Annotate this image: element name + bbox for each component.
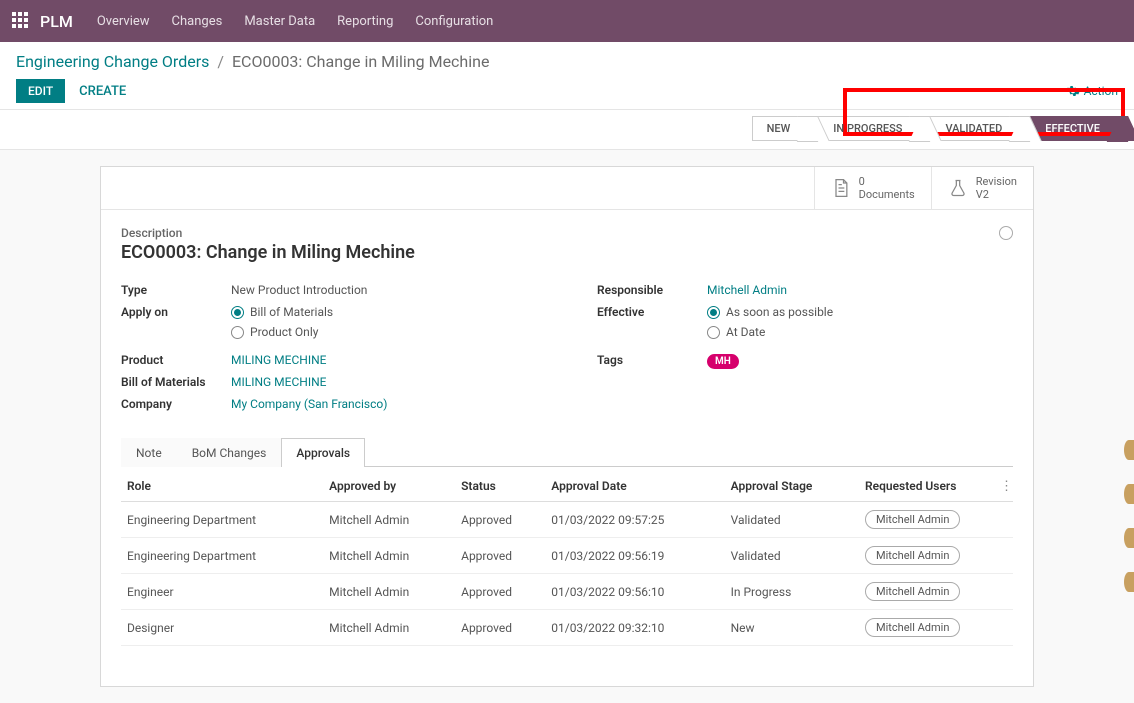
col-approval-date: Approval Date [545,471,724,502]
cell-date: 01/03/2022 09:32:10 [545,610,724,646]
gear-icon [1066,84,1080,98]
revision-stat[interactable]: RevisionV2 [931,167,1033,209]
col-status: Status [455,471,545,502]
product-label: Product [121,353,231,367]
edit-button[interactable]: EDIT [16,79,65,103]
approvals-table: Role Approved by Status Approval Date Ap… [121,471,1013,646]
type-label: Type [121,283,231,297]
cell-approved-by: Mitchell Admin [323,574,455,610]
apps-icon[interactable] [12,12,30,30]
avatar[interactable] [1124,528,1134,548]
cell-status: Approved [455,502,545,538]
documents-stat[interactable]: 0Documents [814,167,931,209]
tab-bom-changes[interactable]: BoM Changes [177,438,282,467]
table-row[interactable]: Designer Mitchell Admin Approved 01/03/2… [121,610,1013,646]
flask-icon [948,178,968,198]
avatar[interactable] [1124,440,1134,460]
topbar: PLM Overview Changes Master Data Reporti… [0,0,1134,42]
cell-status: Approved [455,574,545,610]
tab-approvals[interactable]: Approvals [281,438,365,467]
responsible-link[interactable]: Mitchell Admin [707,283,787,297]
record-title: ECO0003: Change in Miling Mechine [121,242,415,263]
tag-mh[interactable]: MH [707,354,739,369]
company-link[interactable]: My Company (San Francisco) [231,397,387,411]
requested-user-chip[interactable]: Mitchell Admin [865,618,960,637]
stage-bar: NEW IN PROGRESS VALIDATED EFFECTIVE [0,110,1134,150]
breadcrumb: Engineering Change Orders / ECO0003: Cha… [16,52,1118,71]
cell-date: 01/03/2022 09:56:10 [545,574,724,610]
followers-sidebar [1124,440,1134,592]
col-approved-by: Approved by [323,471,455,502]
app-name[interactable]: PLM [40,12,73,31]
cell-role: Engineering Department [121,502,323,538]
priority-indicator[interactable] [999,226,1013,240]
col-role: Role [121,471,323,502]
company-label: Company [121,397,231,411]
cell-role: Engineering Department [121,538,323,574]
apply-on-bom-radio[interactable] [231,306,244,319]
effective-date-radio[interactable] [707,326,720,339]
table-row[interactable]: Engineering Department Mitchell Admin Ap… [121,538,1013,574]
avatar[interactable] [1124,572,1134,592]
table-options-icon[interactable]: ⋮ [1000,479,1013,494]
breadcrumb-separator: / [217,52,224,71]
cell-stage: New [725,610,859,646]
type-value: New Product Introduction [231,283,367,297]
avatar[interactable] [1124,484,1134,504]
effective-asap-label: As soon as possible [726,305,833,319]
cell-status: Approved [455,610,545,646]
description-label: Description [121,226,415,240]
apply-on-label: Apply on [121,305,231,319]
table-row[interactable]: Engineering Department Mitchell Admin Ap… [121,502,1013,538]
requested-user-chip[interactable]: Mitchell Admin [865,546,960,565]
cell-role: Designer [121,610,323,646]
product-link[interactable]: MILING MECHINE [231,353,327,367]
cell-role: Engineer [121,574,323,610]
create-button[interactable]: CREATE [79,84,126,99]
table-row[interactable]: Engineer Mitchell Admin Approved 01/03/2… [121,574,1013,610]
effective-asap-radio[interactable] [707,306,720,319]
document-icon [831,178,851,198]
record-card: 0Documents RevisionV2 Description ECO000… [100,166,1034,687]
action-menu[interactable]: Action [1066,84,1118,98]
cell-approved-by: Mitchell Admin [323,538,455,574]
requested-user-chip[interactable]: Mitchell Admin [865,582,960,601]
cell-stage: In Progress [725,574,859,610]
apply-on-bom-label: Bill of Materials [250,305,333,319]
revision-value: V2 [976,188,1017,201]
cell-date: 01/03/2022 09:57:25 [545,502,724,538]
bom-link[interactable]: MILING MECHINE [231,375,327,389]
effective-date-label: At Date [726,325,765,339]
tab-note[interactable]: Note [121,438,177,467]
effective-label: Effective [597,305,707,319]
nav-master-data[interactable]: Master Data [244,14,315,29]
bom-label: Bill of Materials [121,375,231,389]
breadcrumb-current: ECO0003: Change in Miling Mechine [232,52,490,71]
col-requested-users: Requested Users [859,471,1013,502]
nav-changes[interactable]: Changes [172,14,223,29]
cell-approved-by: Mitchell Admin [323,502,455,538]
responsible-label: Responsible [597,283,707,297]
nav-reporting[interactable]: Reporting [337,14,393,29]
nav-configuration[interactable]: Configuration [415,14,493,29]
subheader: Engineering Change Orders / ECO0003: Cha… [0,42,1134,110]
cell-approved-by: Mitchell Admin [323,610,455,646]
cell-status: Approved [455,538,545,574]
revision-label: Revision [976,175,1017,188]
tags-label: Tags [597,353,707,367]
cell-stage: Validated [725,502,859,538]
apply-on-product-radio[interactable] [231,326,244,339]
apply-on-product-label: Product Only [250,325,318,339]
col-approval-stage: Approval Stage [725,471,859,502]
documents-label: Documents [859,188,915,201]
documents-count: 0 [859,175,915,188]
breadcrumb-parent[interactable]: Engineering Change Orders [16,52,209,71]
cell-stage: Validated [725,538,859,574]
requested-user-chip[interactable]: Mitchell Admin [865,510,960,529]
stage-new[interactable]: NEW [752,116,809,141]
nav-overview[interactable]: Overview [97,14,150,29]
action-label: Action [1084,84,1118,98]
cell-date: 01/03/2022 09:56:19 [545,538,724,574]
